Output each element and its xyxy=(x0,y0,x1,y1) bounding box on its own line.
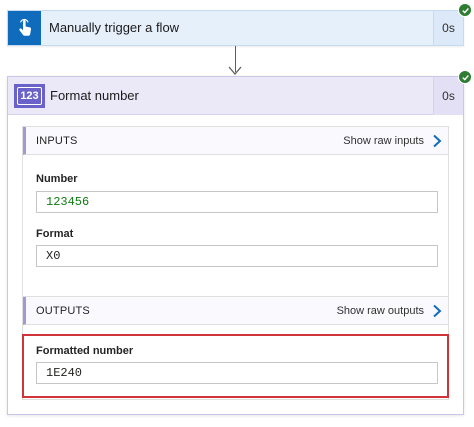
show-raw-inputs-link[interactable]: Show raw inputs xyxy=(343,127,424,155)
arrow-down-icon xyxy=(228,66,242,75)
show-raw-outputs-link[interactable]: Show raw outputs xyxy=(337,297,424,325)
trigger-icon-box xyxy=(8,11,41,45)
action-header[interactable]: 123 Format number 0s xyxy=(8,77,463,115)
formatted-number-label: Formatted number xyxy=(36,345,134,357)
action-card-format-number: 123 Format number 0s INPUTS Show raw inp… xyxy=(7,76,464,415)
formatted-number-value-field: 1E240 xyxy=(36,362,438,384)
format-field-label: Format xyxy=(36,228,74,240)
outputs-label: OUTPUTS xyxy=(36,305,90,317)
touch-hand-icon xyxy=(18,18,31,36)
format-number-icon: 123 xyxy=(14,84,45,108)
number-value-field: 123456 xyxy=(36,191,438,213)
number-field-label: Number xyxy=(36,173,78,185)
inputs-label: INPUTS xyxy=(36,135,78,147)
trigger-duration: 0s xyxy=(433,11,463,45)
trigger-success-check-icon xyxy=(458,3,472,17)
action-title: Format number xyxy=(50,88,139,103)
outputs-section-header: OUTPUTS Show raw outputs xyxy=(23,297,448,325)
trigger-title: Manually trigger a flow xyxy=(49,20,180,35)
trigger-card[interactable]: Manually trigger a flow 0s xyxy=(7,10,464,46)
chevron-right-icon[interactable] xyxy=(431,134,443,148)
inputs-section-header: INPUTS Show raw inputs xyxy=(23,127,448,155)
action-success-check-icon xyxy=(458,70,472,84)
format-value-field: X0 xyxy=(36,245,438,267)
chevron-right-icon[interactable] xyxy=(431,304,443,318)
action-icon-glyph: 123 xyxy=(17,87,42,105)
formatted-number-highlight: Formatted number 1E240 xyxy=(22,334,449,398)
action-duration: 0s xyxy=(433,77,463,115)
